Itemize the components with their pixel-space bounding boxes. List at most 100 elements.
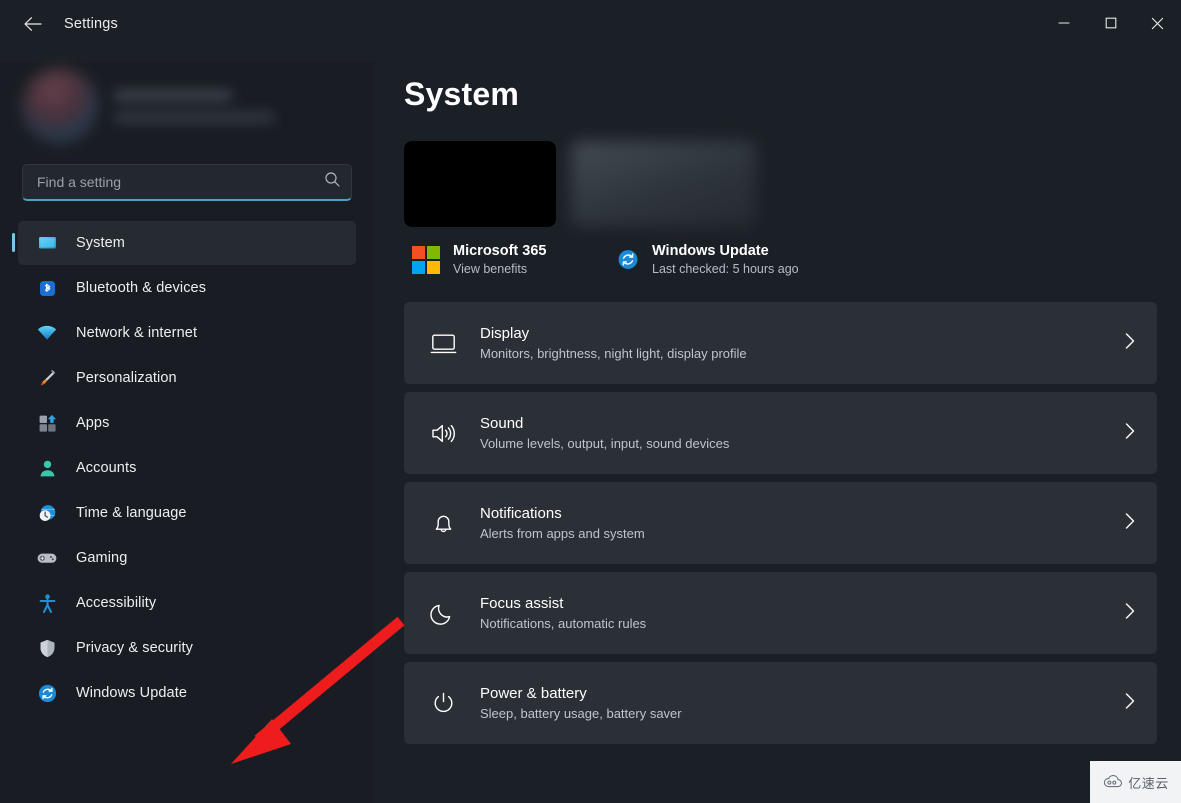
watermark: 亿速云: [1090, 761, 1181, 803]
power-icon: [428, 690, 458, 717]
close-button[interactable]: [1134, 0, 1181, 46]
avatar: [22, 68, 98, 144]
sidebar-item-label: Network & internet: [76, 325, 198, 341]
speaker-icon: [428, 420, 458, 447]
display-icon: [428, 330, 458, 357]
status-card-subtitle: View benefits: [453, 262, 528, 276]
settings-row-display[interactable]: Display Monitors, brightness, night ligh…: [404, 302, 1157, 384]
apps-icon: [36, 412, 58, 434]
settings-row-texts: Sound Volume levels, output, input, soun…: [480, 415, 1101, 451]
chevron-right-icon: [1123, 602, 1137, 625]
page-title: System: [404, 76, 520, 112]
title-bar: Settings: [0, 0, 1181, 62]
clock-globe-icon: [36, 502, 58, 524]
sidebar-item-label: Bluetooth & devices: [76, 280, 207, 296]
sidebar-item-accounts[interactable]: Accounts: [18, 446, 356, 490]
back-arrow-icon: [23, 17, 42, 31]
sidebar-item-privacy-security[interactable]: Privacy & security: [18, 626, 356, 670]
shield-icon: [36, 637, 58, 659]
settings-row-subtitle: Notifications, automatic rules: [480, 616, 647, 631]
title-bar-left: Settings: [0, 0, 118, 48]
settings-row-notifications[interactable]: Notifications Alerts from apps and syste…: [404, 482, 1157, 564]
sidebar-item-accessibility[interactable]: Accessibility: [18, 581, 356, 625]
paintbrush-icon: [36, 367, 58, 389]
settings-row-subtitle: Sleep, battery usage, battery saver: [480, 706, 682, 721]
accessibility-icon: [36, 592, 58, 614]
status-cards: Microsoft 365 View benefits Windows Upda…: [404, 239, 1157, 280]
main-content: System Microsoft 365 View benefits Windo…: [374, 62, 1181, 803]
search-container: [22, 164, 352, 201]
settings-row-title: Focus assist: [480, 595, 564, 612]
status-card-texts: Microsoft 365 View benefits: [453, 243, 546, 276]
sidebar-item-label: Privacy & security: [76, 640, 194, 656]
settings-row-subtitle: Monitors, brightness, night light, displ…: [480, 346, 747, 361]
minimize-button[interactable]: [1040, 0, 1087, 46]
cloud-icon: [1104, 775, 1123, 788]
sidebar-item-system[interactable]: System: [12, 221, 356, 265]
moon-icon: [428, 600, 458, 627]
window-body: System Bluetooth & devices: [0, 62, 1181, 803]
watermark-text: 亿速云: [1128, 775, 1169, 791]
close-icon: [1151, 17, 1164, 29]
status-card-title: Microsoft 365: [453, 243, 547, 259]
search-box[interactable]: [22, 164, 352, 201]
settings-row-title: Power & battery: [480, 685, 587, 702]
settings-list: Display Monitors, brightness, night ligh…: [404, 302, 1157, 744]
settings-row-title: Notifications: [480, 505, 562, 522]
sidebar-item-label: Gaming: [76, 550, 128, 566]
sidebar-item-bluetooth-devices[interactable]: Bluetooth & devices: [18, 266, 356, 310]
search-icon: [324, 171, 341, 193]
sidebar: System Bluetooth & devices: [0, 62, 374, 803]
settings-row-title: Display: [480, 325, 530, 342]
status-card-title: Windows Update: [652, 243, 769, 259]
chevron-right-icon: [1123, 512, 1137, 535]
settings-row-power-battery[interactable]: Power & battery Sleep, battery usage, ba…: [404, 662, 1157, 744]
sidebar-item-label: System: [76, 235, 125, 251]
sidebar-item-gaming[interactable]: Gaming: [18, 536, 356, 580]
device-hero: [404, 141, 1157, 227]
settings-row-texts: Notifications Alerts from apps and syste…: [480, 505, 1101, 541]
sidebar-item-time-language[interactable]: Time & language: [18, 491, 356, 535]
search-input[interactable]: [37, 174, 324, 190]
update-refresh-icon: [36, 682, 58, 704]
maximize-icon: [1105, 17, 1116, 29]
sidebar-nav: System Bluetooth & devices Network & int…: [0, 221, 374, 715]
sidebar-item-label: Accessibility: [76, 595, 157, 611]
sidebar-item-windows-update[interactable]: Windows Update: [18, 671, 356, 715]
profile-text-redacted: [114, 89, 274, 123]
microsoft-365-card[interactable]: Microsoft 365 View benefits: [404, 239, 609, 280]
microsoft-logo-icon: [412, 245, 440, 274]
settings-row-subtitle: Volume levels, output, input, sound devi…: [480, 436, 730, 451]
gamepad-icon: [36, 547, 58, 569]
back-button[interactable]: [14, 8, 50, 40]
sidebar-item-label: Time & language: [76, 505, 187, 521]
wifi-icon: [36, 322, 58, 344]
settings-row-sound[interactable]: Sound Volume levels, output, input, soun…: [404, 392, 1157, 474]
maximize-button[interactable]: [1087, 0, 1134, 46]
chevron-right-icon: [1123, 692, 1137, 715]
sidebar-item-label: Accounts: [76, 460, 137, 476]
sidebar-item-label: Apps: [76, 415, 110, 431]
settings-row-texts: Power & battery Sleep, battery usage, ba…: [480, 685, 1101, 721]
monitor-icon: [36, 232, 58, 254]
window-controls: [1040, 0, 1181, 46]
minimize-icon: [1057, 22, 1070, 24]
device-info-redacted: [571, 141, 756, 227]
person-icon: [36, 457, 58, 479]
profile-name-redacted: [114, 89, 232, 101]
settings-row-subtitle: Alerts from apps and system: [480, 526, 645, 541]
status-card-subtitle: Last checked: 5 hours ago: [652, 262, 799, 276]
settings-row-texts: Focus assist Notifications, automatic ru…: [480, 595, 1101, 631]
update-refresh-icon: [617, 249, 639, 271]
sidebar-item-network-internet[interactable]: Network & internet: [18, 311, 356, 355]
device-image-card: [404, 141, 556, 227]
settings-row-focus-assist[interactable]: Focus assist Notifications, automatic ru…: [404, 572, 1157, 654]
windows-update-card[interactable]: Windows Update Last checked: 5 hours ago: [609, 239, 807, 280]
bluetooth-icon: [36, 277, 58, 299]
sidebar-item-apps[interactable]: Apps: [18, 401, 356, 445]
status-card-texts: Windows Update Last checked: 5 hours ago: [652, 243, 799, 276]
user-profile[interactable]: [22, 56, 302, 156]
settings-window: Settings Find a setting System Bluetooth…: [0, 0, 1181, 803]
settings-row-texts: Display Monitors, brightness, night ligh…: [480, 325, 1101, 361]
sidebar-item-personalization[interactable]: Personalization: [18, 356, 356, 400]
